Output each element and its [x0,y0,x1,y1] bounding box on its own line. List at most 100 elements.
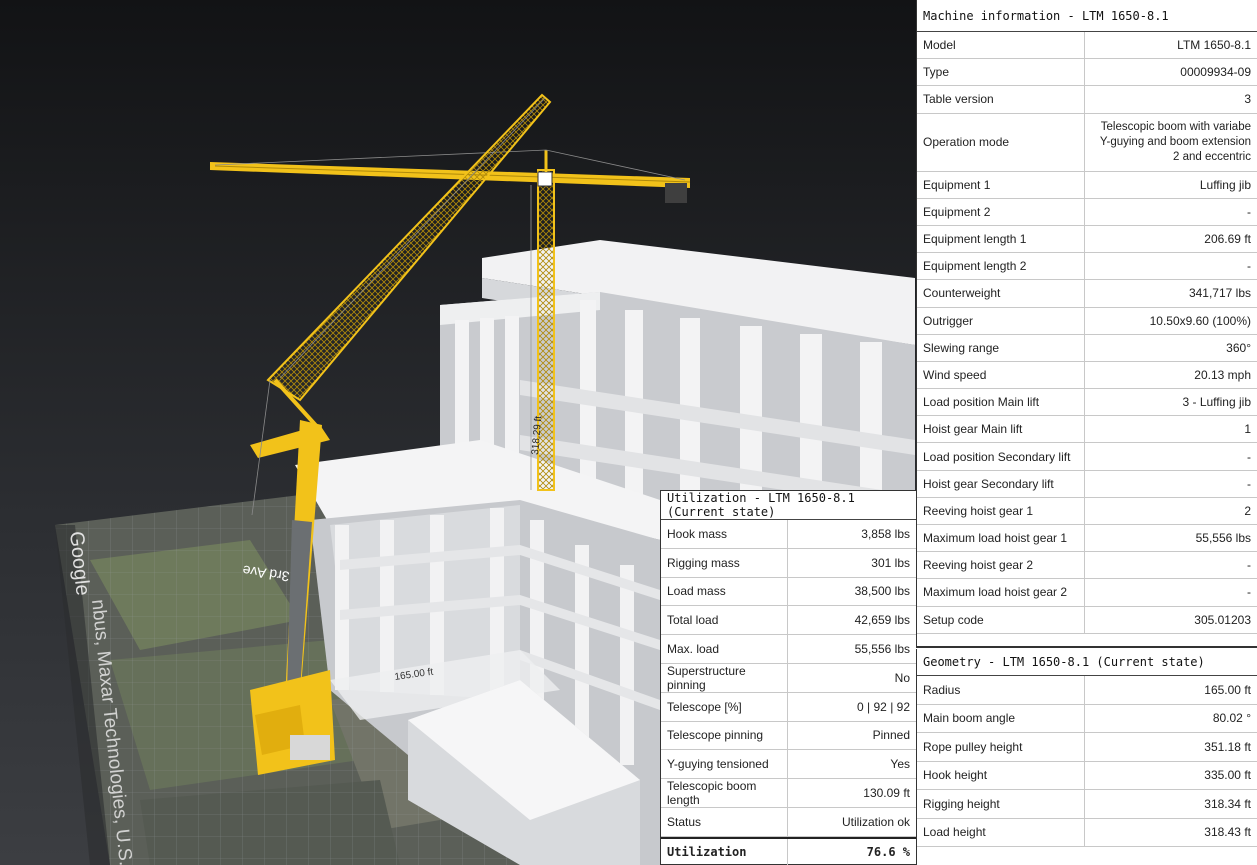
table-row: Load height 318.43 ft [917,818,1257,847]
row-value: Luffing jib [1199,177,1251,192]
row-label: Equipment length 1 [917,225,1085,253]
row-label: Hoist gear Main lift [917,416,1085,443]
table-row: Radius 165.00 ft [917,676,1257,705]
geometry-panel: Geometry - LTM 1650-8.1 (Current state) … [916,649,1257,865]
table-row: Total load 42,659 lbs [661,606,916,636]
row-label: Status [661,807,788,836]
row-label: Load position Main lift [917,389,1085,416]
row-value: 55,556 lbs [854,642,910,657]
table-row: Outrigger 10.50x9.60 (100%) [917,307,1257,335]
table-row: Load position Secondary lift - [917,443,1257,471]
table-row: Rope pulley height 351.18 ft [917,733,1257,762]
table-row: Superstructure pinning No [661,664,916,693]
row-label: Load height [917,818,1085,846]
table-row: Hoist gear Main lift 1 [917,416,1257,444]
table-row: Hoist gear Secondary lift - [917,470,1257,498]
row-label: Hoist gear Secondary lift [917,470,1085,497]
table-row: Telescope pinning Pinned [661,721,916,751]
row-value: 130.09 ft [863,786,910,801]
table-row: Maximum load hoist gear 1 55,556 lbs [917,525,1257,553]
row-label: Radius [917,676,1085,704]
table-row: Equipment length 1 206.69 ft [917,225,1257,254]
table-row: Operation mode Telescopic boom with varia… [917,113,1257,172]
row-value: 80.02 ° [1212,711,1251,726]
row-value: Utilization ok [841,814,910,829]
row-label: Maximum load hoist gear 2 [917,579,1085,606]
row-label: Operation mode [917,113,1085,171]
table-row: Rigging height 318.34 ft [917,790,1257,819]
row-value: 318.34 ft [1204,796,1251,811]
row-value: - [1247,259,1251,274]
table-row: Telescope [%] 0 | 92 | 92 [661,692,916,722]
row-value: 301 lbs [871,555,910,570]
table-row: Main boom angle 80.02 ° [917,704,1257,733]
table-row: Table version 3 [917,86,1257,114]
row-value: 38,500 lbs [854,584,910,599]
row-value: Pinned [872,728,910,743]
row-label: Rigging height [917,790,1085,818]
row-label: Reeving hoist gear 2 [917,552,1085,579]
table-row: Hook mass 3,858 lbs [661,520,916,549]
row-value: No [894,670,910,685]
row-label: Outrigger [917,307,1085,334]
row-label: Maximum load hoist gear 1 [917,525,1085,552]
row-value: 3 [1244,92,1251,107]
row-label: Load position Secondary lift [917,443,1085,470]
table-row: Maximum load hoist gear 2 - [917,579,1257,607]
table-row: Wind speed 20.13 mph [917,361,1257,390]
row-label: Type [917,59,1085,86]
row-value: - [1247,585,1251,600]
row-value: 206.69 ft [1204,232,1251,247]
row-value: - [1247,204,1251,219]
row-label: Hook height [917,761,1085,789]
table-row: Model LTM 1650-8.1 [917,32,1257,60]
row-label: Equipment 2 [917,198,1085,225]
row-label: Hook mass [661,520,788,548]
table-row: Max. load 55,556 lbs [661,635,916,664]
machine-info-table: Model LTM 1650-8.1 Type 00009934-09 Table ve… [917,32,1257,634]
machine-information-panel: Machine information - LTM 1650-8.1 Model… [916,0,1257,648]
row-label: Superstructure pinning [661,664,788,692]
table-row: Counterweight 341,717 lbs [917,280,1257,308]
row-label: Max. load [661,635,788,663]
row-label: Model [917,32,1085,59]
row-label: Rigging mass [661,548,788,577]
row-value: 55,556 lbs [1195,531,1251,546]
row-value: 42,659 lbs [854,613,910,628]
row-label: Slewing range [917,334,1085,361]
utilization-total-row: Utilization 76.6 % [661,836,916,865]
row-value: Telescopic boom with variabe Y-guying an… [1099,120,1251,163]
row-value: 00009934-09 [1180,65,1251,80]
utilization-panel-title: Utilization - LTM 1650-8.1 (Current stat… [661,491,916,520]
table-row: Y-guying tensioned Yes [661,750,916,780]
row-value: Yes [890,757,910,772]
row-value: - [1247,558,1251,573]
table-row: Setup code 305.01203 [917,606,1257,634]
table-row: Telescopic boom length 130.09 ft [661,779,916,808]
table-row: Load mass 38,500 lbs [661,577,916,607]
geometry-panel-title: Geometry - LTM 1650-8.1 (Current state) [917,649,1257,676]
row-value: 0 | 92 | 92 [857,699,910,714]
row-label: Rope pulley height [917,733,1085,761]
row-value: 335.00 ft [1204,768,1251,783]
table-row: Slewing range 360° [917,334,1257,362]
row-label: Wind speed [917,361,1085,389]
row-label: Y-guying tensioned [661,750,788,779]
row-value: - [1247,476,1251,491]
row-label: Counterweight [917,280,1085,307]
row-value: 351.18 ft [1204,739,1251,754]
row-value: 3,858 lbs [861,526,910,541]
row-label: Telescope pinning [661,721,788,750]
table-row: Reeving hoist gear 1 2 [917,497,1257,525]
table-row: Hook height 335.00 ft [917,761,1257,790]
row-label: Equipment 1 [917,171,1085,198]
geometry-table: Radius 165.00 ft Main boom angle 80.02 ° Rop… [917,676,1257,847]
row-label: Main boom angle [917,704,1085,732]
row-label: Equipment length 2 [917,253,1085,280]
row-value: LTM 1650-8.1 [1177,38,1251,53]
row-value: 305.01203 [1194,612,1251,627]
table-row: Load position Main lift 3 - Luffing jib [917,389,1257,417]
row-value: 360° [1226,340,1251,355]
table-row: Reeving hoist gear 2 - [917,552,1257,580]
row-value: 1 [1244,422,1251,437]
